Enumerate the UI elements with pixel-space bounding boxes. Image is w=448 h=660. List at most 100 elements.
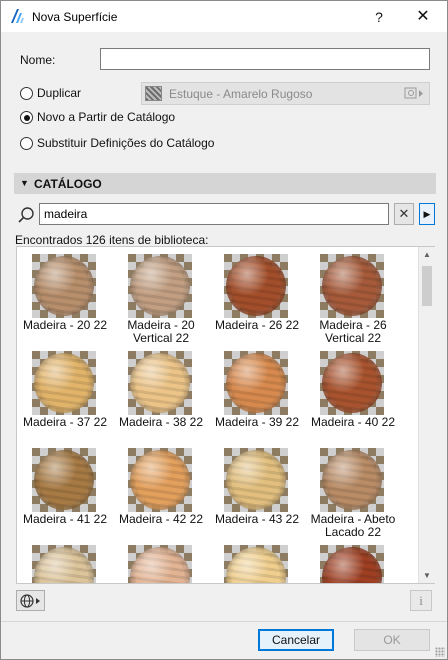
material-preview (32, 448, 96, 512)
material-preview (32, 545, 96, 583)
catalog-item[interactable]: Madeira - 38 22 (113, 347, 209, 443)
title-bar: Nova Superfície ? ✕ (1, 1, 447, 32)
search-go-button[interactable]: ▶ (419, 203, 435, 225)
ok-button[interactable]: OK (354, 629, 430, 651)
catalog-item-label: Madeira - Abeto Lacado 22 (310, 512, 396, 539)
catalog-item[interactable]: Madeira - 20 Vertical 22 (113, 250, 209, 346)
catalog-item[interactable] (305, 541, 401, 583)
catalog-item[interactable]: Madeira - 37 22 (17, 347, 113, 443)
replace-settings-label[interactable]: Substituir Definições do Catálogo (37, 136, 214, 150)
material-sphere (226, 256, 286, 316)
catalog-item[interactable]: Madeira - 41 22 (17, 444, 113, 540)
material-preview (224, 254, 288, 318)
catalog-item[interactable]: Madeira - 26 22 (209, 250, 305, 346)
material-preview (224, 448, 288, 512)
catalog-section-title: CATÁLOGO (34, 177, 102, 191)
material-preview (224, 351, 288, 415)
catalog-item[interactable]: Madeira - 26 Vertical 22 (305, 250, 401, 346)
cancel-button[interactable]: Cancelar (258, 629, 334, 651)
catalog-item[interactable] (17, 541, 113, 583)
info-button[interactable]: i (410, 590, 432, 611)
catalog-item[interactable]: Madeira - 20 22 (17, 250, 113, 346)
material-preview (128, 254, 192, 318)
catalog-item[interactable] (113, 541, 209, 583)
new-from-catalog-radio[interactable] (20, 111, 33, 124)
duplicate-source-field: Estuque - Amarelo Rugoso (141, 82, 430, 105)
duplicate-radio[interactable] (20, 87, 33, 100)
catalog-item-label: Madeira - 42 22 (118, 512, 204, 526)
catalog-item[interactable]: Madeira - 43 22 (209, 444, 305, 540)
catalog-item[interactable] (209, 541, 305, 583)
material-preview (32, 254, 96, 318)
window-title: Nova Superfície (32, 10, 118, 24)
material-preview (32, 351, 96, 415)
dialog-window: Nova Superfície ? ✕ Nome: Duplicar Estuq… (0, 0, 448, 660)
scroll-up-arrow-icon[interactable]: ▲ (423, 250, 431, 259)
material-sphere (34, 450, 94, 510)
scroll-down-arrow-icon[interactable]: ▼ (423, 571, 431, 580)
material-preview (128, 351, 192, 415)
catalog-search-input[interactable] (44, 207, 374, 221)
results-count: Encontrados 126 itens de biblioteca: (15, 233, 209, 247)
collapse-triangle-icon: ▼ (20, 178, 29, 188)
catalog-item[interactable]: Madeira - 40 22 (305, 347, 401, 443)
catalog-item-label: Madeira - 20 Vertical 22 (127, 318, 195, 345)
catalog-item[interactable]: Madeira - 42 22 (113, 444, 209, 540)
material-sphere (130, 450, 190, 510)
clear-search-button[interactable]: ✕ (394, 203, 414, 225)
material-sphere (130, 547, 190, 583)
material-sphere (322, 256, 382, 316)
material-preview (320, 545, 384, 583)
results-scrollbar[interactable]: ▲ ▼ (418, 247, 435, 583)
surface-swatch (145, 86, 162, 101)
catalog-item-label: Madeira - 41 22 (22, 512, 108, 526)
archicad-app-icon (11, 9, 24, 23)
material-preview (128, 545, 192, 583)
catalog-section-header[interactable]: ▼ CATÁLOGO (14, 173, 436, 194)
material-sphere (322, 547, 382, 583)
material-sphere (34, 353, 94, 413)
search-icon (18, 207, 34, 223)
catalog-item-label: Madeira - 38 22 (118, 415, 204, 429)
material-preview (128, 448, 192, 512)
catalog-item-label: Madeira - 26 Vertical 22 (319, 318, 387, 345)
close-button[interactable]: ✕ (401, 4, 445, 30)
help-button[interactable]: ? (361, 4, 397, 30)
material-sphere (130, 256, 190, 316)
library-filter-button[interactable] (16, 590, 45, 611)
info-icon: i (419, 593, 423, 608)
material-sphere (226, 450, 286, 510)
catalog-item-label: Madeira - 20 22 (22, 318, 108, 332)
material-sphere (322, 450, 382, 510)
material-preview (320, 254, 384, 318)
material-sphere (226, 547, 286, 583)
duplicate-source-text: Estuque - Amarelo Rugoso (169, 87, 313, 101)
duplicate-label[interactable]: Duplicar (37, 86, 81, 100)
material-preview (320, 448, 384, 512)
material-preview (320, 351, 384, 415)
catalog-item-label: Madeira - 37 22 (22, 415, 108, 429)
catalog-item-label: Madeira - 26 22 (214, 318, 300, 332)
new-from-catalog-label[interactable]: Novo a Partir de Catálogo (37, 110, 175, 124)
material-preview (224, 545, 288, 583)
globe-icon (20, 594, 40, 608)
catalog-item[interactable]: Madeira - 39 22 (209, 347, 305, 443)
material-sphere (34, 547, 94, 583)
catalog-results-grid[interactable]: Madeira - 20 22 Madeira - 20 Vertical 22 M… (16, 246, 435, 584)
image-picker-icon (404, 87, 423, 99)
material-sphere (226, 353, 286, 413)
material-sphere (130, 353, 190, 413)
scrollbar-thumb[interactable] (422, 266, 432, 306)
catalog-item[interactable]: Madeira - Abeto Lacado 22 (305, 444, 401, 540)
catalog-item-label: Madeira - 40 22 (310, 415, 396, 429)
catalog-item-label: Madeira - 39 22 (214, 415, 300, 429)
catalog-search-box[interactable] (39, 203, 389, 225)
name-label: Nome: (20, 53, 56, 67)
play-arrow-icon: ▶ (423, 209, 431, 219)
material-sphere (34, 256, 94, 316)
replace-settings-radio[interactable] (20, 137, 33, 150)
material-sphere (322, 353, 382, 413)
resize-grip-icon[interactable] (435, 647, 445, 657)
catalog-item-label: Madeira - 43 22 (214, 512, 300, 526)
name-field[interactable] (100, 48, 430, 70)
